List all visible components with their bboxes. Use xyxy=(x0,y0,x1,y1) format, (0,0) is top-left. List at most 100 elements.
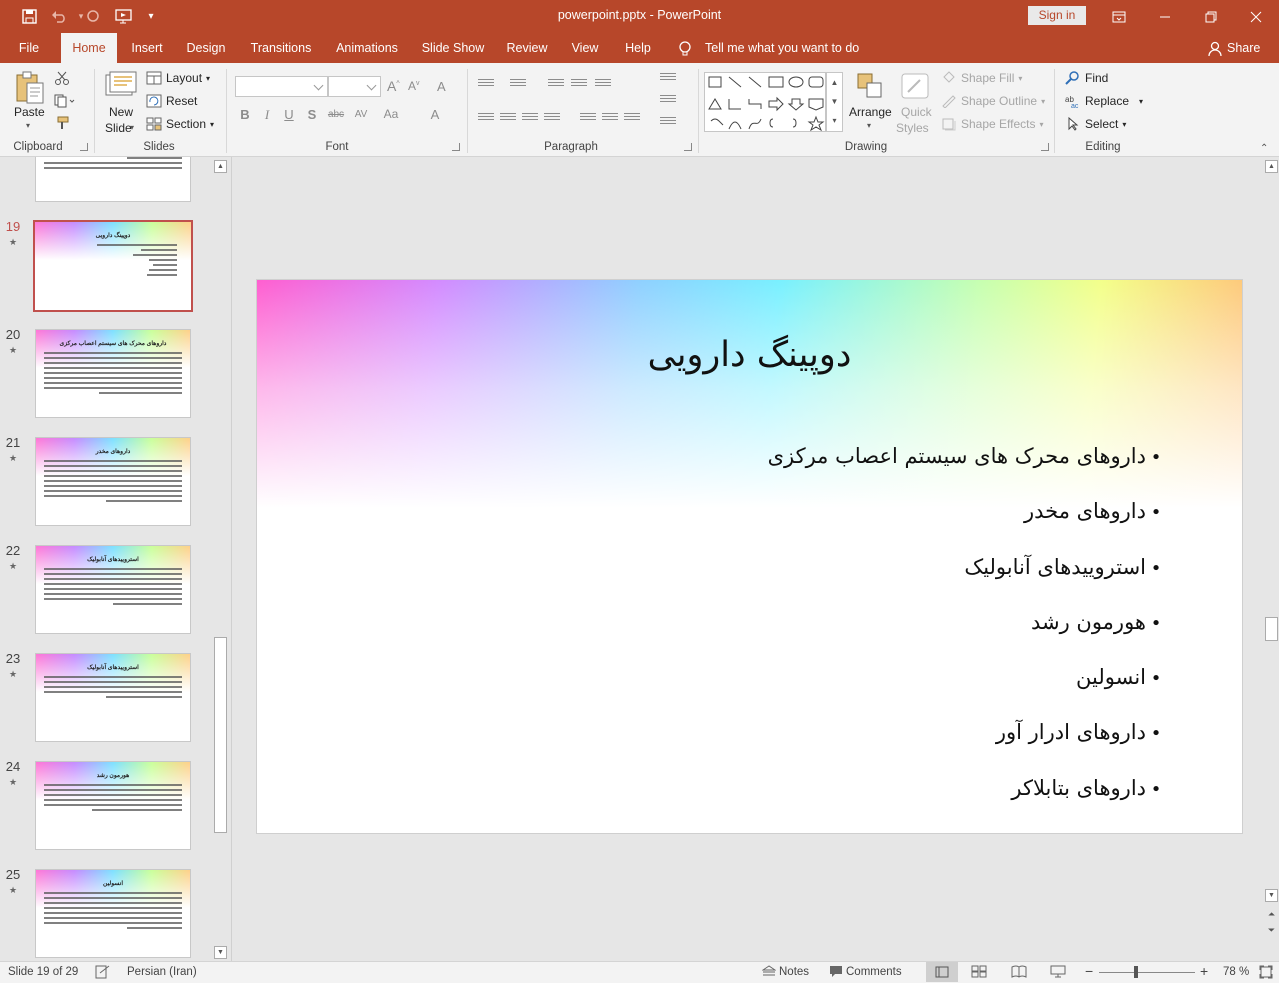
ltr-text-icon[interactable] xyxy=(602,113,618,125)
ribbon-display-options-icon[interactable] xyxy=(1096,0,1142,33)
layout-button[interactable]: Layout ▾ xyxy=(146,71,210,85)
columns-icon[interactable] xyxy=(624,113,640,125)
italic-icon[interactable]: I xyxy=(258,107,276,123)
shape-effects-button[interactable]: Shape Effects ▾ xyxy=(941,117,1044,131)
new-slide-label-1[interactable]: New xyxy=(109,105,133,119)
font-name-combobox[interactable] xyxy=(235,76,328,97)
tell-me-search[interactable]: Tell me what you want to do xyxy=(705,33,859,63)
slide-thumbnail-selected[interactable]: دوپینگ دارویی xyxy=(33,220,193,312)
shapes-gallery-scroll[interactable]: ▲ ▼ ▾ xyxy=(826,72,843,132)
slide-title[interactable]: دوپینگ دارویی xyxy=(257,335,1242,375)
slide-thumbnail[interactable]: داروهای محرک های سیستم اعصاب مرکزی xyxy=(35,329,191,418)
font-color-icon[interactable]: A xyxy=(424,107,446,122)
language-indicator[interactable]: Persian (Iran) xyxy=(127,966,197,978)
quick-styles-label-1[interactable]: Quick xyxy=(901,105,932,119)
gallery-more-icon[interactable]: ▾ xyxy=(827,111,842,130)
slide-sorter-icon[interactable] xyxy=(971,965,987,981)
align-center-icon[interactable] xyxy=(500,113,516,125)
notes-icon[interactable] xyxy=(761,965,777,981)
notes-button[interactable]: Notes xyxy=(779,966,809,978)
shape-fill-button[interactable]: Shape Fill ▾ xyxy=(941,71,1022,85)
scroll-thumb[interactable] xyxy=(1265,617,1278,641)
arrange-dropdown-icon[interactable]: ▾ xyxy=(867,121,871,130)
arrange-icon[interactable] xyxy=(856,72,884,103)
collapse-ribbon-icon[interactable]: ⌃ xyxy=(1260,143,1268,154)
close-icon[interactable] xyxy=(1233,0,1279,33)
next-slide-icon[interactable]: ⏷ xyxy=(1265,925,1278,938)
tab-help[interactable]: Help xyxy=(618,33,658,63)
tab-review[interactable]: Review xyxy=(502,33,552,63)
increase-indent-icon[interactable] xyxy=(571,79,587,91)
shapes-gallery[interactable] xyxy=(704,72,826,132)
bullet-item[interactable]: •داروهای مخدر xyxy=(768,493,1166,548)
scroll-up-icon[interactable]: ▲ xyxy=(214,160,227,173)
slide-bullet-list[interactable]: •داروهای محرک های سیستم اعصاب مرکزی •دار… xyxy=(768,438,1166,825)
numbering-icon[interactable] xyxy=(510,79,526,91)
text-direction-icon[interactable] xyxy=(660,73,676,85)
comments-button[interactable]: Comments xyxy=(846,966,902,978)
find-button[interactable]: Find xyxy=(1065,71,1108,85)
slide-thumbnail[interactable]: داروهای مخدر xyxy=(35,437,191,526)
align-right-icon[interactable] xyxy=(522,113,538,125)
tab-insert[interactable]: Insert xyxy=(124,33,170,63)
tab-transitions[interactable]: Transitions xyxy=(245,33,317,63)
clipboard-launcher-icon[interactable] xyxy=(80,143,88,151)
format-painter-icon[interactable] xyxy=(54,116,70,133)
line-spacing-icon[interactable] xyxy=(595,79,611,91)
bullets-icon[interactable] xyxy=(478,79,494,91)
zoom-in-button[interactable]: + xyxy=(1200,963,1208,979)
bullet-item[interactable]: •داروهای ادرار آور xyxy=(768,714,1166,769)
slide-thumbnail[interactable]: استروییدهای آنابولیک xyxy=(35,653,191,742)
new-slide-label-2[interactable]: Slide xyxy=(105,121,132,135)
tab-view[interactable]: View xyxy=(565,33,605,63)
strikethrough-icon[interactable]: abc xyxy=(325,109,347,120)
zoom-out-button[interactable]: − xyxy=(1085,963,1093,979)
previous-slide-icon[interactable]: ⏶ xyxy=(1265,909,1278,922)
tab-animations[interactable]: Animations xyxy=(331,33,403,63)
scroll-up-icon[interactable]: ▲ xyxy=(1265,160,1278,173)
slide-thumbnail[interactable]: هورمون رشد xyxy=(35,761,191,850)
change-case-icon[interactable]: Aa xyxy=(379,107,403,121)
sign-in-button[interactable]: Sign in xyxy=(1028,6,1086,25)
paste-dropdown-icon[interactable]: ▾ xyxy=(26,121,30,130)
new-slide-icon[interactable] xyxy=(105,71,137,104)
bullet-item[interactable]: •داروهای محرک های سیستم اعصاب مرکزی xyxy=(768,438,1166,493)
slide-show-icon[interactable] xyxy=(1050,965,1066,981)
shape-outline-button[interactable]: Shape Outline ▾ xyxy=(941,94,1045,108)
bullet-item[interactable]: •استروییدهای آنابولیک xyxy=(768,549,1166,604)
minimize-icon[interactable] xyxy=(1142,0,1188,33)
scroll-thumb[interactable] xyxy=(214,637,227,833)
font-size-combobox[interactable] xyxy=(328,76,381,97)
tab-home[interactable]: Home xyxy=(61,33,117,63)
reading-view-icon[interactable] xyxy=(1011,965,1027,981)
decrease-indent-icon[interactable] xyxy=(548,79,564,91)
tab-design[interactable]: Design xyxy=(180,33,232,63)
spell-check-icon[interactable] xyxy=(95,965,111,982)
convert-to-smartart-icon[interactable] xyxy=(660,117,676,129)
new-slide-dropdown-icon[interactable]: ▾ xyxy=(130,123,134,132)
align-text-icon[interactable] xyxy=(660,95,676,107)
quick-styles-icon[interactable] xyxy=(900,72,930,103)
scroll-down-icon[interactable]: ▼ xyxy=(1265,889,1278,902)
slide-thumbnail[interactable]: انسولین xyxy=(35,869,191,958)
section-button[interactable]: Section ▾ xyxy=(146,117,214,131)
comments-icon[interactable] xyxy=(829,965,843,981)
fit-to-window-icon[interactable] xyxy=(1259,965,1273,982)
bold-icon[interactable]: B xyxy=(236,107,254,122)
text-shadow-icon[interactable]: S xyxy=(303,107,321,122)
arrange-button[interactable]: Arrange xyxy=(849,105,892,119)
scroll-down-icon[interactable]: ▼ xyxy=(214,946,227,959)
bullet-item[interactable]: •هورمون رشد xyxy=(768,604,1166,659)
font-launcher-icon[interactable] xyxy=(452,143,460,151)
cut-icon[interactable] xyxy=(54,71,70,88)
tab-file[interactable]: File xyxy=(8,33,50,63)
slide-scrollbar[interactable]: ▲ ▼ ⏶ ⏷ xyxy=(1264,157,1279,961)
normal-view-button[interactable] xyxy=(926,962,958,982)
paste-button[interactable]: Paste xyxy=(14,105,45,119)
justify-icon[interactable] xyxy=(544,113,560,125)
select-button[interactable]: Select ▾ xyxy=(1065,117,1126,131)
slide-thumbnail-18[interactable] xyxy=(35,157,191,202)
thumbnail-scrollbar[interactable]: ▲ ▼ xyxy=(213,157,228,961)
quick-styles-label-2[interactable]: Styles xyxy=(896,121,929,135)
zoom-slider-thumb[interactable] xyxy=(1134,966,1138,978)
